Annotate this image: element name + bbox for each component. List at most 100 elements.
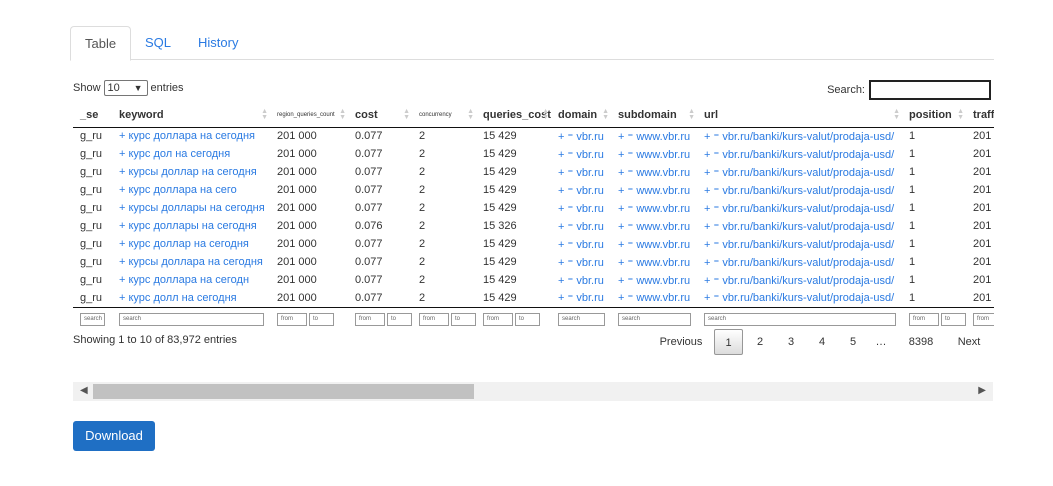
sort-icon: ▲ ▼ xyxy=(602,108,609,121)
table-cell-subdomain[interactable]: + ⁼ www.vbr.ru xyxy=(611,289,697,307)
column-header-region-queries-count[interactable]: region_queries_count ▲ ▼ xyxy=(270,104,348,128)
table-cell-keyword[interactable]: + курс доллара на сего xyxy=(112,181,270,199)
table-cell-url[interactable]: + ⁼ vbr.ru/banki/kurs-valut/prodaja-usd/ xyxy=(697,199,902,217)
table-cell-concurrency: 2 xyxy=(419,184,426,196)
range-to-input[interactable]: to xyxy=(309,312,334,326)
column-search-input[interactable]: search xyxy=(618,312,691,326)
column-header-url[interactable]: url ▲ ▼ xyxy=(697,104,902,128)
pagination-next[interactable]: Next xyxy=(952,329,986,355)
range-to-input[interactable]: to xyxy=(941,312,966,326)
table-cell-subdomain[interactable]: + ⁼ www.vbr.ru xyxy=(611,271,697,289)
filter-cell: fromto xyxy=(412,306,476,329)
sort-icon: ▲ ▼ xyxy=(339,108,346,121)
table-cell-url[interactable]: + ⁼ vbr.ru/banki/kurs-valut/prodaja-usd/ xyxy=(697,271,902,289)
range-from-input[interactable]: from xyxy=(419,312,449,326)
table-cell-subdomain[interactable]: + ⁼ www.vbr.ru xyxy=(611,163,697,181)
table-cell-domain[interactable]: + ⁼ vbr.ru xyxy=(551,253,611,271)
download-button[interactable]: Download xyxy=(73,421,155,451)
table-cell-domain[interactable]: + ⁼ vbr.ru xyxy=(551,235,611,253)
column-header-queries-cost[interactable]: queries_cost ▲ ▼ xyxy=(476,104,551,128)
table-cell-keyword[interactable]: + курс дол на сегодня xyxy=(112,145,270,163)
table-cell-subdomain[interactable]: + ⁼ www.vbr.ru xyxy=(611,181,697,199)
horizontal-scrollbar[interactable]: ◀ ▶ xyxy=(73,382,993,401)
pagination-page-last[interactable]: 8398 xyxy=(902,329,940,355)
range-to-input[interactable]: to xyxy=(515,312,540,326)
triangle-left-icon[interactable]: ◀ xyxy=(80,385,88,396)
table-cell-domain[interactable]: + ⁼ vbr.ru xyxy=(551,217,611,235)
range-from-input[interactable]: from xyxy=(355,312,385,326)
table-cell-keyword[interactable]: + курсы доллар на сегодня xyxy=(112,163,270,181)
tab-history[interactable]: History xyxy=(198,26,238,60)
table-cell-queries-cost: 15 429 xyxy=(483,274,517,286)
table-cell-subdomain[interactable]: + ⁼ www.vbr.ru xyxy=(611,127,697,145)
table-cell-url[interactable]: + ⁼ vbr.ru/banki/kurs-valut/prodaja-usd/ xyxy=(697,181,902,199)
range-from-input[interactable]: from xyxy=(973,312,994,326)
table-cell-subdomain[interactable]: + ⁼ www.vbr.ru xyxy=(611,199,697,217)
range-to-input[interactable]: to xyxy=(387,312,412,326)
column-search-input[interactable]: search xyxy=(119,312,264,326)
column-header-se[interactable]: _se xyxy=(73,104,112,128)
table-cell-keyword[interactable]: + курсы доллара на сегодня xyxy=(112,253,270,271)
range-from-input[interactable]: from xyxy=(277,312,307,326)
table-cell-cost: 0.077 xyxy=(355,148,383,160)
table-cell-keyword[interactable]: + курс доллара на сегодня xyxy=(112,127,270,145)
table-cell-subdomain[interactable]: + ⁼ www.vbr.ru xyxy=(611,235,697,253)
pagination-page-2[interactable]: 2 xyxy=(748,329,772,355)
table-cell-keyword[interactable]: + курс доллара на сегодн xyxy=(112,271,270,289)
table-cell-url[interactable]: + ⁼ vbr.ru/banki/kurs-valut/prodaja-usd/ xyxy=(697,253,902,271)
column-header-keyword[interactable]: keyword ▲ ▼ xyxy=(112,104,270,128)
table-cell-subdomain[interactable]: + ⁼ www.vbr.ru xyxy=(611,253,697,271)
table-cell-url[interactable]: + ⁼ vbr.ru/banki/kurs-valut/prodaja-usd/ xyxy=(697,127,902,145)
column-header-traffic[interactable]: traffic▲▼ xyxy=(966,104,994,128)
range-from-input[interactable]: from xyxy=(483,312,513,326)
table-cell-concurrency: 2 xyxy=(419,220,426,232)
filter-cell: fromto xyxy=(476,306,551,329)
triangle-right-icon[interactable]: ▶ xyxy=(978,385,986,396)
column-search-input[interactable]: search xyxy=(558,312,605,326)
column-header-domain[interactable]: domain ▲ ▼ xyxy=(551,104,611,128)
column-search-input[interactable]: search xyxy=(80,312,105,326)
tab-sql[interactable]: SQL xyxy=(145,26,171,60)
scrollbar-thumb[interactable] xyxy=(93,384,474,399)
table-cell-domain[interactable]: + ⁼ vbr.ru xyxy=(551,289,611,307)
column-header-concurrency[interactable]: concurrency ▲ ▼ xyxy=(412,104,476,128)
pagination-page-5[interactable]: 5 xyxy=(841,329,865,355)
entries-select[interactable]: 10 ▼ xyxy=(103,80,148,96)
table-cell-domain[interactable]: + ⁼ vbr.ru xyxy=(551,127,611,145)
search-input[interactable] xyxy=(869,80,991,100)
pagination-page-3[interactable]: 3 xyxy=(779,329,803,355)
column-search-input[interactable]: search xyxy=(704,312,896,326)
table-cell-region-queries-count: 201 000 xyxy=(277,238,317,250)
table-cell-url[interactable]: + ⁼ vbr.ru/banki/kurs-valut/prodaja-usd/ xyxy=(697,163,902,181)
table-cell-domain[interactable]: + ⁼ vbr.ru xyxy=(551,145,611,163)
table-cell-domain[interactable]: + ⁼ vbr.ru xyxy=(551,271,611,289)
table-cell-keyword[interactable]: + курс доллары на сегодня xyxy=(112,217,270,235)
table-cell-url[interactable]: + ⁼ vbr.ru/banki/kurs-valut/prodaja-usd/ xyxy=(697,145,902,163)
column-header-cost[interactable]: cost ▲ ▼ xyxy=(348,104,412,128)
range-to-input[interactable]: to xyxy=(451,312,476,326)
table-cell-concurrency: 2 xyxy=(419,130,426,143)
table-cell-url[interactable]: + ⁼ vbr.ru/banki/kurs-valut/prodaja-usd/ xyxy=(697,289,902,307)
table-cell-cost: 0.077 xyxy=(355,130,383,143)
table-cell-domain[interactable]: + ⁼ vbr.ru xyxy=(551,181,611,199)
column-header-subdomain[interactable]: subdomain ▲ ▼ xyxy=(611,104,697,128)
tab-table[interactable]: Table xyxy=(70,26,132,61)
column-header-position[interactable]: position ▲ ▼ xyxy=(902,104,966,128)
table-cell-domain[interactable]: + ⁼ vbr.ru xyxy=(551,199,611,217)
table-cell-domain[interactable]: + ⁼ vbr.ru xyxy=(551,163,611,181)
pagination-page-1[interactable]: 1 xyxy=(714,329,743,355)
table-cell-url[interactable]: + ⁼ vbr.ru/banki/kurs-valut/prodaja-usd/ xyxy=(697,235,902,253)
table-cell-keyword[interactable]: + курсы доллары на сегодня xyxy=(112,199,270,217)
table-cell-keyword[interactable]: + курс долл на сегодня xyxy=(112,289,270,307)
table-cell-keyword[interactable]: + курс доллар на сегодня xyxy=(112,235,270,253)
table-cell-concurrency: 2 xyxy=(419,256,426,268)
table-cell-subdomain[interactable]: + ⁼ www.vbr.ru xyxy=(611,145,697,163)
table-row: g_ru + курс доллара на сегодня 201 000 0.07… xyxy=(73,127,994,145)
sort-icon: ▲ ▼ xyxy=(403,108,410,121)
table-cell-url[interactable]: + ⁼ vbr.ru/banki/kurs-valut/prodaja-usd/ xyxy=(697,217,902,235)
range-from-input[interactable]: from xyxy=(909,312,939,326)
pagination-page-4[interactable]: 4 xyxy=(810,329,834,355)
pagination-previous[interactable]: Previous xyxy=(656,329,706,355)
table-cell-position: 1 xyxy=(909,256,916,268)
table-cell-subdomain[interactable]: + ⁼ www.vbr.ru xyxy=(611,217,697,235)
